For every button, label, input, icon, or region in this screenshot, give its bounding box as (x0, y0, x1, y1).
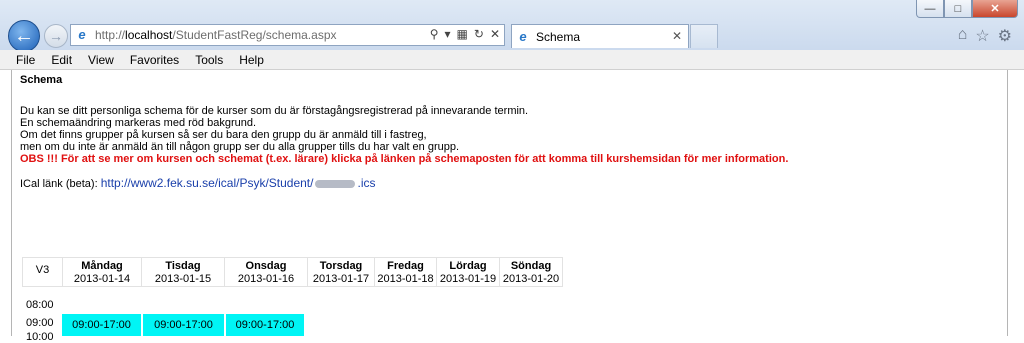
arrow-right-icon: → (49, 28, 63, 44)
minimize-button[interactable]: — (916, 0, 944, 18)
ical-label: ICal länk (beta): (20, 178, 98, 190)
day-date: 2013-01-15 (154, 273, 212, 285)
ical-link[interactable]: http://www2.fek.su.se/ical/Psyk/Student/… (101, 176, 376, 190)
day-header: Onsdag 2013-01-16 (224, 257, 308, 287)
day-date: 2013-01-19 (439, 273, 497, 285)
ical-link-start: http://www2.fek.su.se/ical/Psyk/Student/ (100, 176, 314, 190)
schedule-entry[interactable]: 09:00-17:00 (143, 314, 224, 336)
page-title: Schema (20, 74, 63, 86)
redacted-id (315, 179, 356, 188)
day-date: 2013-01-20 (502, 273, 560, 285)
menu-tools[interactable]: Tools (187, 53, 231, 67)
window-controls: — □ ✕ (916, 0, 1018, 18)
close-button[interactable]: ✕ (972, 0, 1018, 18)
address-tools: ⚲ ▾ ▦ ↻ ✕ (430, 27, 500, 41)
url-path: /StudentFastReg/schema.aspx (172, 28, 337, 42)
ie-tab-icon: e (519, 28, 527, 44)
dropdown-icon[interactable]: ▾ (445, 27, 451, 41)
day-name: Fredag (387, 260, 424, 272)
new-tab-button[interactable] (690, 24, 718, 48)
refresh-icon[interactable]: ↻ (474, 27, 484, 41)
day-name: Söndag (510, 260, 552, 272)
browser-chrome: — □ ✕ ← → e http://localhost/StudentFast… (0, 0, 1024, 52)
intro-text: Du kan se ditt personliga schema för de … (20, 105, 788, 165)
schedule-entry[interactable]: 09:00-17:00 (226, 314, 304, 336)
search-icon[interactable]: ⚲ (430, 27, 439, 41)
url-scheme: http:// (95, 28, 126, 42)
forward-button[interactable]: → (44, 24, 68, 48)
menu-help[interactable]: Help (231, 53, 272, 67)
day-header: Torsdag 2013-01-17 (307, 257, 375, 287)
tab-schema[interactable]: e Schema ✕ (511, 24, 689, 48)
url-host: localhost (125, 28, 173, 42)
ie-page-icon: e (78, 27, 86, 42)
ical-row: ICal länk (beta): http://www2.fek.su.se/… (20, 176, 375, 190)
menu-bar: File Edit View Favorites Tools Help (0, 50, 1024, 70)
obs-notice: OBS !!! För att se mer om kursen och sch… (20, 153, 789, 165)
menu-favorites[interactable]: Favorites (122, 53, 187, 67)
intro-line: Du kan se ditt personliga schema för de … (20, 105, 529, 117)
intro-line: Om det finns grupper på kursen så ser du… (20, 129, 427, 141)
schedule-entry[interactable]: 09:00-17:00 (62, 314, 141, 336)
stop-icon[interactable]: ✕ (490, 27, 500, 41)
day-header: Tisdag 2013-01-15 (141, 257, 225, 287)
favorites-star-icon[interactable]: ☆ (975, 26, 989, 46)
compat-view-icon[interactable]: ▦ (457, 27, 468, 41)
week-label: V3 (35, 264, 50, 276)
day-date: 2013-01-18 (377, 273, 434, 285)
address-bar[interactable]: e http://localhost/StudentFastReg/schema… (70, 24, 505, 46)
menu-view[interactable]: View (80, 53, 122, 67)
page-header: Schema (20, 74, 62, 86)
ical-link-end: .ics (357, 176, 376, 190)
schedule-table: V3 Måndag 2013-01-14 Tisdag 2013-01-15 Ons… (22, 257, 563, 287)
day-name: Lördag (449, 260, 487, 272)
day-name: Måndag (81, 260, 123, 272)
day-header: Lördag 2013-01-19 (436, 257, 500, 287)
day-date: 2013-01-17 (312, 273, 370, 285)
back-button[interactable]: ← (8, 20, 40, 52)
day-header: Söndag 2013-01-20 (499, 257, 563, 287)
arrow-left-icon: ← (14, 24, 34, 47)
day-date: 2013-01-14 (73, 273, 131, 285)
intro-line: men om du inte är anmäld än till någon g… (20, 141, 460, 153)
close-tab-icon[interactable]: ✕ (672, 29, 682, 43)
day-name: Tisdag (165, 260, 201, 272)
toolbar-right: ⌂ ☆ ⚙ (958, 26, 1012, 46)
time-label: 09:00 (26, 317, 54, 329)
day-name: Onsdag (245, 260, 287, 272)
week-cell: V3 (22, 257, 63, 287)
menu-file[interactable]: File (0, 53, 43, 67)
maximize-button[interactable]: □ (944, 0, 972, 18)
schedule-header-row: V3 Måndag 2013-01-14 Tisdag 2013-01-15 Ons… (22, 257, 563, 287)
time-label: 10:00 (26, 331, 54, 343)
gear-icon[interactable]: ⚙ (998, 26, 1012, 46)
day-header: Fredag 2013-01-18 (374, 257, 437, 287)
tab-title: Schema (536, 29, 581, 44)
day-name: Torsdag (319, 260, 363, 272)
intro-line: En schemaändring markeras med röd bakgru… (20, 117, 257, 129)
time-label: 08:00 (26, 299, 54, 311)
menu-edit[interactable]: Edit (43, 53, 80, 67)
day-date: 2013-01-16 (237, 273, 295, 285)
day-header: Måndag 2013-01-14 (62, 257, 142, 287)
home-icon[interactable]: ⌂ (958, 26, 968, 46)
